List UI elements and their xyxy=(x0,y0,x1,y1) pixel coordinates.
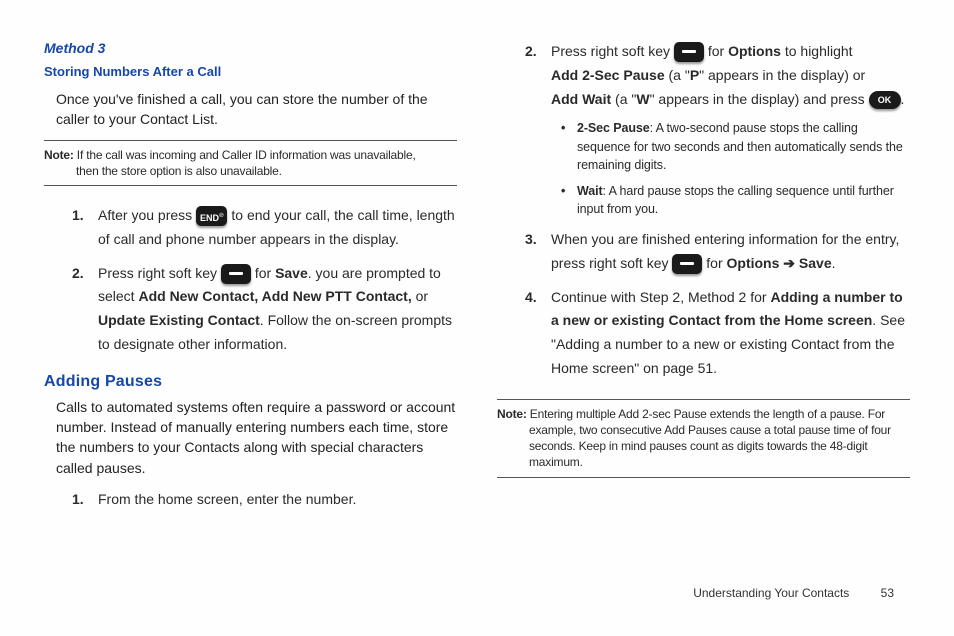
note-r4: maximum. xyxy=(497,454,910,470)
intro-paragraph: Once you've finished a call, you can sto… xyxy=(56,89,457,130)
b1-label: 2-Sec Pause xyxy=(577,121,650,135)
s2a: Press right soft key xyxy=(551,43,674,59)
s2e: " appears in the display) or xyxy=(699,67,865,83)
s2d: (a " xyxy=(665,67,690,83)
save-label: Save xyxy=(799,255,832,271)
footer-section: Understanding Your Contacts xyxy=(693,586,849,600)
s2c: to highlight xyxy=(781,43,853,59)
bullet-wait: Wait: A hard pause stops the calling seq… xyxy=(561,182,910,218)
softkey-icon xyxy=(674,42,704,62)
step-1: After you press END℗ to end your call, t… xyxy=(72,204,457,252)
end-key-icon: END℗ xyxy=(196,206,227,226)
method-title: Method 3 xyxy=(44,40,457,56)
step-c2: Press right soft key for Options to high… xyxy=(525,40,910,218)
note-text-right: Note: Entering multiple Add 2-sec Pause … xyxy=(497,406,910,471)
adding-pauses-heading: Adding Pauses xyxy=(44,373,457,391)
steps-list-a: After you press END℗ to end your call, t… xyxy=(72,204,457,357)
s3b: for xyxy=(706,255,726,271)
s3c: . xyxy=(832,255,836,271)
note-r2: example, two consecutive Add Pauses caus… xyxy=(497,422,910,438)
s2h: . xyxy=(901,91,905,107)
step-2: Press right soft key for Save. you are p… xyxy=(72,262,457,357)
steps-list-c: Press right soft key for Options to high… xyxy=(525,40,910,381)
step-c4: Continue with Step 2, Method 2 for Addin… xyxy=(525,286,910,381)
options-label: Options xyxy=(728,43,781,59)
s2g: " appears in the display) and press xyxy=(650,91,869,107)
options-label: Add New Contact, Add New PTT Contact, xyxy=(138,288,411,304)
add2sec-label: Add 2-Sec Pause xyxy=(551,67,665,83)
step2-text-a: Press right soft key xyxy=(98,265,221,281)
softkey-icon xyxy=(672,254,702,274)
pauses-paragraph: Calls to automated systems often require… xyxy=(56,397,457,478)
note-r1: Entering multiple Add 2-sec Pause extend… xyxy=(527,407,885,421)
addwait-label: Add Wait xyxy=(551,91,611,107)
note-box-right: Note: Entering multiple Add 2-sec Pause … xyxy=(497,399,910,478)
note-line1: If the call was incoming and Caller ID i… xyxy=(74,148,416,162)
step2-text-b: for xyxy=(255,265,275,281)
options-label: Options xyxy=(727,255,780,271)
s2b: for xyxy=(708,43,728,59)
update-label: Update Existing Contact xyxy=(98,312,260,328)
note-r3: seconds. Keep in mind pauses count as di… xyxy=(497,438,910,454)
bullet-list: 2-Sec Pause: A two-second pause stops th… xyxy=(561,119,910,218)
step1-text-a: After you press xyxy=(98,207,196,223)
step-b1: From the home screen, enter the number. xyxy=(72,488,457,512)
b2-text: : A hard pause stops the calling sequenc… xyxy=(577,184,894,216)
note-label: Note: xyxy=(497,407,527,421)
note-box: Note: If the call was incoming and Calle… xyxy=(44,140,457,186)
step-c3: When you are finished entering informati… xyxy=(525,228,910,276)
w-label: W xyxy=(636,91,649,107)
page-content: Method 3 Storing Numbers After a Call On… xyxy=(0,0,954,522)
p-label: P xyxy=(690,67,699,83)
right-column: Press right soft key for Options to high… xyxy=(497,40,910,522)
page-number: 53 xyxy=(881,586,894,600)
bullet-2sec: 2-Sec Pause: A two-second pause stops th… xyxy=(561,119,910,173)
note-line2: then the store option is also unavailabl… xyxy=(44,163,457,179)
ok-key-icon: OK xyxy=(869,91,901,109)
b2-label: Wait xyxy=(577,184,603,198)
page-footer: Understanding Your Contacts 53 xyxy=(693,586,894,600)
s4a: Continue with Step 2, Method 2 for xyxy=(551,289,770,305)
save-label: Save xyxy=(275,265,308,281)
left-column: Method 3 Storing Numbers After a Call On… xyxy=(44,40,457,522)
note-label: Note: xyxy=(44,148,74,162)
subsection-title: Storing Numbers After a Call xyxy=(44,64,457,79)
steps-list-b: From the home screen, enter the number. xyxy=(72,488,457,512)
s2f: (a " xyxy=(611,91,636,107)
note-text: Note: If the call was incoming and Calle… xyxy=(44,147,457,179)
or-text: or xyxy=(412,288,428,304)
softkey-icon xyxy=(221,264,251,284)
arrow-icon: ➔ xyxy=(779,255,799,271)
